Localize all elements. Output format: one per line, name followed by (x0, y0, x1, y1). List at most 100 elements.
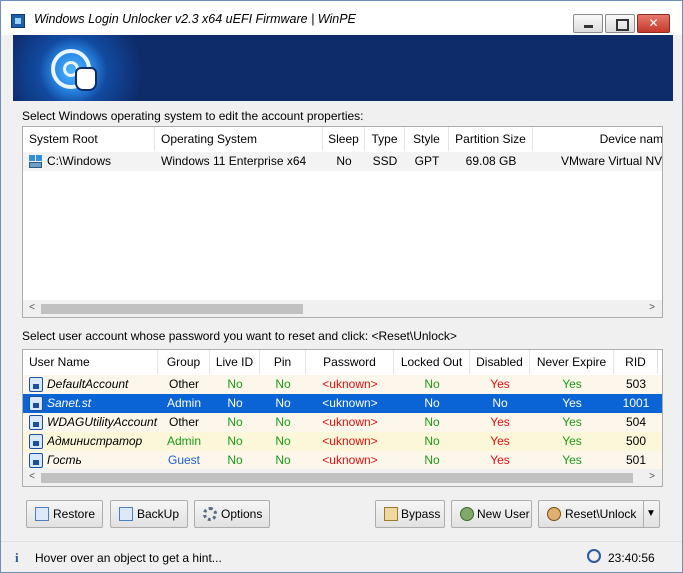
user-disabled: Yes (490, 415, 510, 429)
user-password: <uknown> (322, 396, 378, 410)
reset-unlock-icon (547, 507, 561, 521)
user-col-locked-out[interactable]: Locked Out (394, 350, 470, 374)
os-col-style[interactable]: Style (405, 127, 449, 151)
os-horizontal-scrollbar[interactable]: < > (23, 300, 662, 317)
user-row[interactable]: DefaultAccount Other No No <uknown> No Yes Yes 5… (23, 375, 662, 394)
os-system-root: C:\Windows (47, 154, 112, 168)
user-col-user-name[interactable]: User Name (23, 350, 158, 374)
options-label: Options (221, 507, 263, 521)
user-col-group[interactable]: Group (158, 350, 210, 374)
user-live-id: No (227, 453, 243, 467)
backup-icon (119, 507, 133, 521)
os-list[interactable]: System Root Operating System Sleep Type … (22, 126, 663, 318)
os-type: SSD (372, 154, 398, 168)
user-scroll-thumb[interactable] (41, 473, 633, 483)
bypass-icon (384, 507, 398, 521)
user-col-disabled[interactable]: Disabled (470, 350, 530, 374)
user-rid: 503 (625, 377, 647, 391)
user-pin: No (275, 396, 291, 410)
os-scroll-thumb[interactable] (41, 304, 303, 314)
user-list[interactable]: User Name Group Live ID Pin Password Loc… (22, 349, 663, 487)
user-horizontal-scrollbar[interactable]: < > (23, 469, 662, 486)
os-col-partition-size[interactable]: Partition Size (449, 127, 533, 151)
scroll-left-icon[interactable]: < (25, 301, 39, 315)
restore-button[interactable]: Restore (26, 500, 103, 528)
backup-label: BackUp (137, 507, 180, 521)
user-group: Admin (166, 434, 201, 448)
user-live-id: No (227, 377, 243, 391)
scroll-right-icon[interactable]: > (645, 470, 659, 484)
user-col-password[interactable]: Password (306, 350, 394, 374)
header-banner (13, 35, 673, 101)
status-time: 23:40:56 (608, 551, 655, 565)
user-account-icon (29, 415, 43, 430)
user-disabled: No (492, 396, 508, 410)
bypass-label: Bypass (401, 507, 441, 521)
user-never-expire: Yes (562, 434, 582, 448)
user-locked-out: No (424, 377, 440, 391)
gear-icon (203, 507, 217, 521)
user-live-id: No (227, 396, 243, 410)
user-rid: 500 (625, 434, 647, 448)
user-account-icon (29, 453, 43, 468)
options-button[interactable]: Options (194, 500, 270, 528)
user-pin: No (275, 377, 291, 391)
user-never-expire: Yes (562, 396, 582, 410)
user-locked-out: No (424, 396, 440, 410)
user-row[interactable]: WDAGUtilityAccount Other No No <uknown> No Yes… (23, 413, 662, 432)
os-col-system-root[interactable]: System Root (23, 127, 155, 151)
backup-button[interactable]: BackUp (110, 500, 188, 528)
user-live-id: No (227, 415, 243, 429)
user-locked-out: No (424, 415, 440, 429)
user-disabled: Yes (490, 377, 510, 391)
user-row[interactable]: Sanet.st Admin No No <uknown> No No Yes 1001 (23, 394, 662, 413)
user-col-never-expire[interactable]: Never Expire (530, 350, 614, 374)
minimize-button[interactable] (573, 14, 603, 33)
add-user-icon (460, 507, 474, 521)
scroll-left-icon[interactable]: < (25, 470, 39, 484)
scroll-right-icon[interactable]: > (645, 301, 659, 315)
os-row[interactable]: C:\Windows Windows 11 Enterprise x64 No … (23, 152, 662, 171)
main-window: Windows Login Unlocker v2.3 x64 uEFI Fir… (0, 0, 683, 573)
close-button[interactable]: ✕ (637, 14, 670, 33)
user-rid: 1001 (622, 396, 650, 410)
user-pin: No (275, 415, 291, 429)
user-col-rid[interactable]: RID (614, 350, 658, 374)
info-icon: i (15, 550, 19, 565)
user-name: WDAGUtilityAccount (47, 415, 158, 429)
user-disabled: Yes (490, 453, 510, 467)
os-col-operating-system[interactable]: Operating System (155, 127, 323, 151)
title-bar: Windows Login Unlocker v2.3 x64 uEFI Fir… (1, 1, 682, 35)
pointing-hand-icon (75, 67, 97, 91)
user-row[interactable]: Гость Guest No No <uknown> No Yes Yes 501 (23, 451, 662, 470)
os-name: Windows 11 Enterprise x64 (161, 154, 307, 168)
os-style: GPT (414, 154, 440, 168)
restore-label: Restore (53, 507, 96, 521)
user-locked-out: No (424, 453, 440, 467)
new-user-button[interactable]: New User (451, 500, 532, 528)
user-account-icon (29, 396, 43, 411)
reset-unlock-button[interactable]: Reset\Unlock ▼ (538, 500, 660, 528)
os-section-label: Select Windows operating system to edit … (22, 109, 364, 123)
user-name: Администратор (47, 434, 143, 448)
os-col-device-name[interactable]: Device nam (533, 127, 662, 151)
user-password: <uknown> (322, 434, 378, 448)
user-never-expire: Yes (562, 453, 582, 467)
user-never-expire: Yes (562, 377, 582, 391)
bypass-button[interactable]: Bypass (375, 500, 445, 528)
maximize-button[interactable] (605, 14, 635, 33)
os-col-sleep[interactable]: Sleep (323, 127, 365, 151)
user-name: Sanet.st (47, 396, 92, 410)
user-locked-out: No (424, 434, 440, 448)
os-col-type[interactable]: Type (365, 127, 405, 151)
user-row[interactable]: Администратор Admin No No <uknown> No Yes Yes 50… (23, 432, 662, 451)
user-pin: No (275, 434, 291, 448)
user-name: Гость (47, 453, 82, 467)
os-sleep: No (336, 154, 352, 168)
user-col-live-id[interactable]: Live ID (210, 350, 260, 374)
user-group: Guest (167, 453, 200, 467)
dropdown-arrow-icon[interactable]: ▼ (646, 501, 656, 527)
user-col-pin[interactable]: Pin (260, 350, 306, 374)
status-bar: i Hover over an object to get a hint... … (1, 541, 682, 572)
user-pin: No (275, 453, 291, 467)
